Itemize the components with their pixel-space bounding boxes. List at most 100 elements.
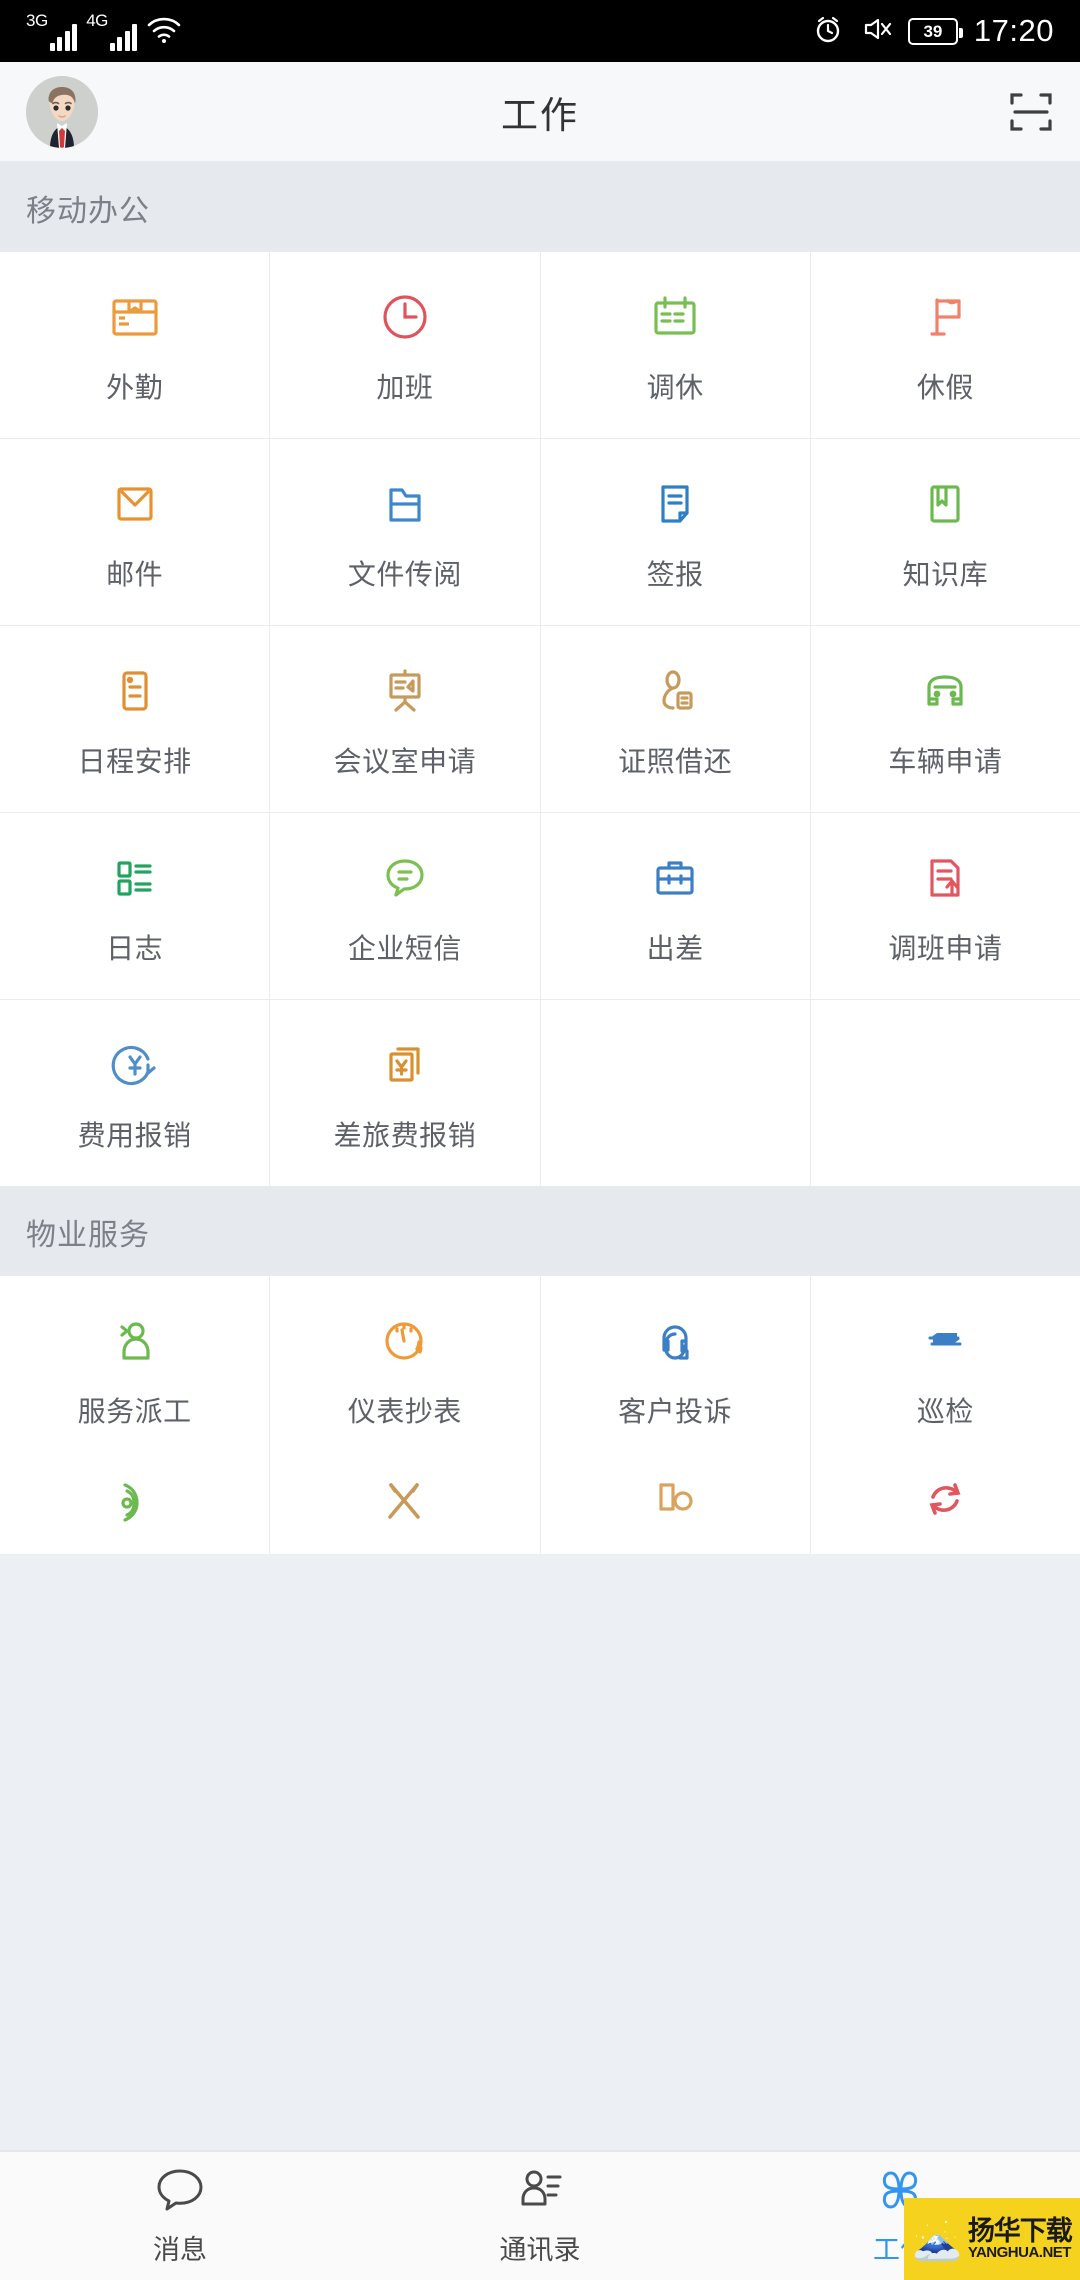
grid-item-qiyeduanxin[interactable]: 企业短信 (270, 813, 540, 999)
tools-icon (375, 1472, 435, 1538)
envelope-icon (105, 471, 165, 537)
flag-icon (915, 284, 975, 350)
grid-item-label: 证照借还 (618, 746, 733, 777)
grid-item-youjian[interactable]: 邮件 (0, 439, 270, 625)
message-bubble-icon (154, 2165, 206, 2220)
grid-item-waiqin[interactable]: 外勤 (0, 252, 270, 438)
grid-item-chuchai[interactable]: 出差 (540, 813, 810, 999)
grid-item-jiaban[interactable]: 加班 (270, 252, 540, 438)
tab-label: 通讯录 (499, 2235, 581, 2265)
grid-item-rizhi[interactable]: 日志 (0, 813, 270, 999)
grid-item-fuwupaigong[interactable]: 服务派工 (0, 1276, 270, 1462)
grid-item-label: 休假 (916, 372, 974, 403)
status-bar: 3G 4G 39 17:20 (0, 0, 1080, 62)
grid-item-label: 会议室申请 (333, 746, 477, 777)
grid-item-tiaoxiu[interactable]: 调休 (540, 252, 810, 438)
watermark-logo-icon: 🗻 (912, 2217, 962, 2262)
grid-item-wenjianchuanyue[interactable]: 文件传阅 (270, 439, 540, 625)
grid-item-partial-1[interactable] (0, 1462, 270, 1554)
battery-level: 39 (923, 21, 943, 41)
grid-item-tiaobanshenqing[interactable]: 调班申请 (810, 813, 1080, 999)
headset-person-icon (645, 1308, 705, 1374)
grid-item-label: 调班申请 (888, 933, 1003, 964)
grid-item-zhengzhaojiehuan[interactable]: 证照借还 (540, 626, 810, 812)
grid-item-kehutousu[interactable]: 客户投诉 (540, 1276, 810, 1462)
grid-item-empty (540, 1000, 810, 1186)
page-title: 工作 (501, 94, 579, 136)
grid-item-qianbao[interactable]: 签报 (540, 439, 810, 625)
grid-item-label: 调休 (646, 372, 704, 403)
battery-icon: 39 (907, 17, 963, 45)
tab-label: 消息 (153, 2235, 207, 2265)
grid-item-partial-3[interactable] (540, 1462, 810, 1554)
tab-messages[interactable]: 消息 (0, 2165, 360, 2267)
grid-item-label: 签报 (646, 559, 704, 590)
grid-item-chaluifeibaoxiao[interactable]: 差旅费报销 (270, 1000, 540, 1186)
box-open-icon (105, 284, 165, 350)
contacts-icon (514, 2165, 566, 2220)
wifi-icon (146, 14, 182, 49)
signal-4g: 4G (86, 12, 138, 51)
book-icon (915, 471, 975, 537)
grid-item-label: 服务派工 (77, 1396, 192, 1427)
mute-icon (860, 13, 892, 50)
swap-arrows-icon (915, 1308, 975, 1374)
grid-item-partial-4[interactable] (810, 1462, 1080, 1554)
grid-item-partial-2[interactable] (270, 1462, 540, 1554)
watermark: 🗻 扬华下载 YANGHUA.NET (904, 2198, 1080, 2280)
grid-item-label: 仪表抄表 (347, 1396, 462, 1427)
calendar-icon (645, 284, 705, 350)
grid-item-label: 出差 (646, 933, 704, 964)
list-icon (105, 845, 165, 911)
signal-bars-icon (49, 21, 78, 51)
clock-icon (375, 284, 435, 350)
grid-item-xunjian[interactable]: 巡检 (810, 1276, 1080, 1462)
grid-item-empty (810, 1000, 1080, 1186)
clipboard-icon (105, 658, 165, 724)
status-bar-time: 17:20 (973, 13, 1054, 48)
tab-contacts[interactable]: 通讯录 (360, 2165, 720, 2267)
folder-icon (375, 471, 435, 537)
grid-item-feiyongbaoxiao[interactable]: 费用报销 (0, 1000, 270, 1186)
car-icon (915, 658, 975, 724)
scan-qr-icon[interactable] (1008, 89, 1054, 135)
avatar[interactable] (26, 75, 98, 148)
app-grid-property-service: 服务派工 仪表抄表 客户投诉 巡检 (0, 1276, 1080, 1462)
grid-item-richenganpai[interactable]: 日程安排 (0, 626, 270, 812)
meter-gauge-icon (375, 1308, 435, 1374)
status-bar-left: 3G 4G (26, 11, 182, 51)
sound-wave-icon (105, 1472, 165, 1538)
yen-refresh-icon (105, 1032, 165, 1098)
app-grid-mobile-office: 外勤 加班 调休 休假 邮件 文件传阅 签报 知识库 日程安排 会议室申请 证照… (0, 252, 1080, 1186)
folder-tag-icon (645, 1472, 705, 1538)
watermark-line2: YANGHUA.NET (967, 2244, 1072, 2262)
grid-item-label: 费用报销 (77, 1120, 192, 1151)
grid-item-xiujia[interactable]: 休假 (810, 252, 1080, 438)
grid-item-zhishiku[interactable]: 知识库 (810, 439, 1080, 625)
alarm-clock-icon (812, 13, 844, 50)
grid-item-label: 外勤 (106, 372, 164, 403)
refresh-sync-icon (915, 1472, 975, 1538)
status-bar-right: 39 17:20 (812, 13, 1054, 50)
person-dispatch-icon (105, 1308, 165, 1374)
grid-item-label: 巡检 (916, 1396, 974, 1427)
grid-item-label: 企业短信 (347, 933, 462, 964)
briefcase-icon (645, 845, 705, 911)
grid-item-label: 邮件 (106, 559, 164, 590)
grid-item-label: 客户投诉 (618, 1396, 733, 1427)
grid-item-label: 知识库 (902, 559, 989, 590)
signal-bars-icon (109, 21, 138, 51)
presentation-icon (375, 658, 435, 724)
app-header: 工作 (0, 62, 1080, 162)
yen-receipt-icon (375, 1032, 435, 1098)
section-header-property-service: 物业服务 (0, 1186, 1080, 1276)
watermark-line1: 扬华下载 (967, 2215, 1073, 2246)
grid-item-label: 日程安排 (77, 746, 192, 777)
grid-item-huiyishishenqing[interactable]: 会议室申请 (270, 626, 540, 812)
grid-item-label: 文件传阅 (347, 559, 462, 590)
grid-item-label: 日志 (106, 933, 164, 964)
grid-item-cheliangshenqing[interactable]: 车辆申请 (810, 626, 1080, 812)
signal-3g: 3G (26, 12, 78, 51)
grid-item-label: 车辆申请 (888, 746, 1003, 777)
grid-item-yibiaochaobiao[interactable]: 仪表抄表 (270, 1276, 540, 1462)
